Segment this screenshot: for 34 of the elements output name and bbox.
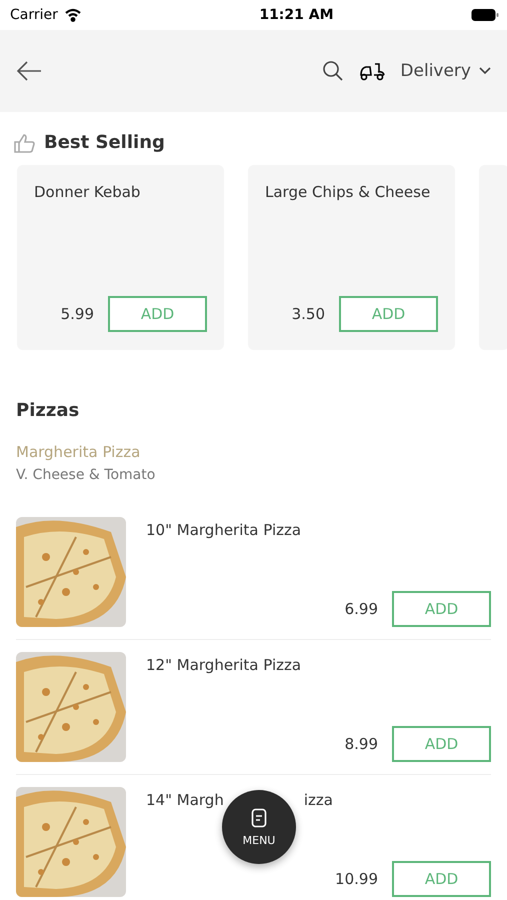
add-button[interactable]: ADD xyxy=(339,296,438,332)
add-button[interactable]: ADD xyxy=(392,861,491,897)
price: 3.50 xyxy=(292,305,325,323)
price: 8.99 xyxy=(344,735,378,753)
product-name: Large Chips & Cheese xyxy=(265,183,432,201)
carrier-name: Carrier xyxy=(10,7,58,23)
price: 10.99 xyxy=(335,870,378,888)
scooter-icon xyxy=(358,60,386,82)
back-arrow-icon xyxy=(16,61,42,81)
clock: 11:21 AM xyxy=(259,7,334,23)
menu-list-icon xyxy=(251,808,267,828)
battery-icon xyxy=(470,8,499,22)
product-name: 12" Margherita Pizza xyxy=(146,656,302,674)
price: 6.99 xyxy=(344,600,378,618)
product-name: Donner Kebab xyxy=(34,183,142,201)
section-title: Pizzas xyxy=(16,400,80,421)
wifi-icon xyxy=(64,8,82,22)
price: 5.99 xyxy=(60,305,94,323)
section-title: Best Selling xyxy=(44,132,165,153)
search-icon xyxy=(322,60,344,82)
menu-button[interactable]: MENU xyxy=(222,790,296,864)
add-button[interactable]: ADD xyxy=(108,296,207,332)
order-type-dropdown[interactable]: Delivery xyxy=(400,61,491,81)
product-name: 10" Margherita Pizza xyxy=(146,521,302,539)
search-button[interactable] xyxy=(322,60,344,82)
add-button[interactable]: ADD xyxy=(392,591,491,627)
add-button[interactable]: ADD xyxy=(392,726,491,762)
category-description: V. Cheese & Tomato xyxy=(16,467,156,483)
product-name: 14" Margh xyxy=(146,791,224,809)
category-title: Margherita Pizza xyxy=(16,443,142,461)
chevron-down-icon xyxy=(479,67,491,75)
product-name: izza xyxy=(304,791,333,809)
back-button[interactable] xyxy=(16,61,42,81)
thumbs-up-icon xyxy=(14,132,36,152)
